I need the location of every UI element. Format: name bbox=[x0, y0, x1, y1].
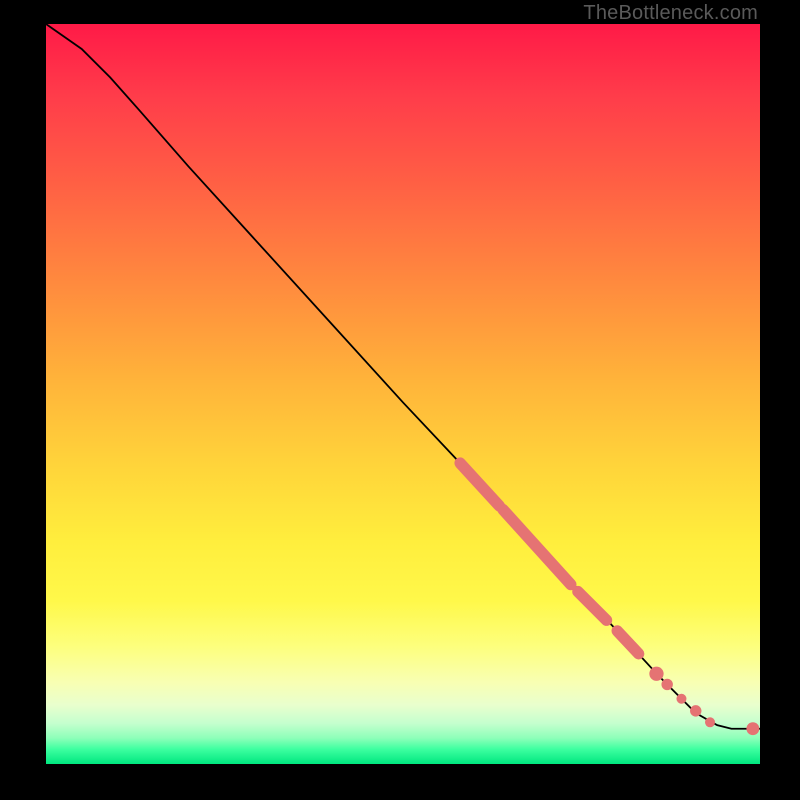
marker-point bbox=[746, 722, 759, 735]
marker-point bbox=[705, 717, 715, 727]
marker-point bbox=[661, 679, 672, 690]
bottleneck-curve bbox=[46, 24, 760, 729]
marker-points bbox=[649, 667, 759, 736]
marker-point bbox=[690, 705, 701, 716]
marker-point bbox=[649, 667, 663, 681]
marker-segment bbox=[503, 510, 571, 585]
chart-svg bbox=[46, 24, 760, 738]
marker-segment bbox=[578, 592, 607, 621]
marker-point bbox=[676, 694, 686, 704]
marker-segment bbox=[460, 463, 499, 506]
watermark-text: TheBottleneck.com bbox=[583, 2, 758, 25]
curve-line bbox=[46, 24, 760, 729]
plot-area bbox=[46, 24, 760, 764]
chart-frame: TheBottleneck.com bbox=[0, 0, 800, 800]
marker-segment bbox=[617, 631, 638, 654]
